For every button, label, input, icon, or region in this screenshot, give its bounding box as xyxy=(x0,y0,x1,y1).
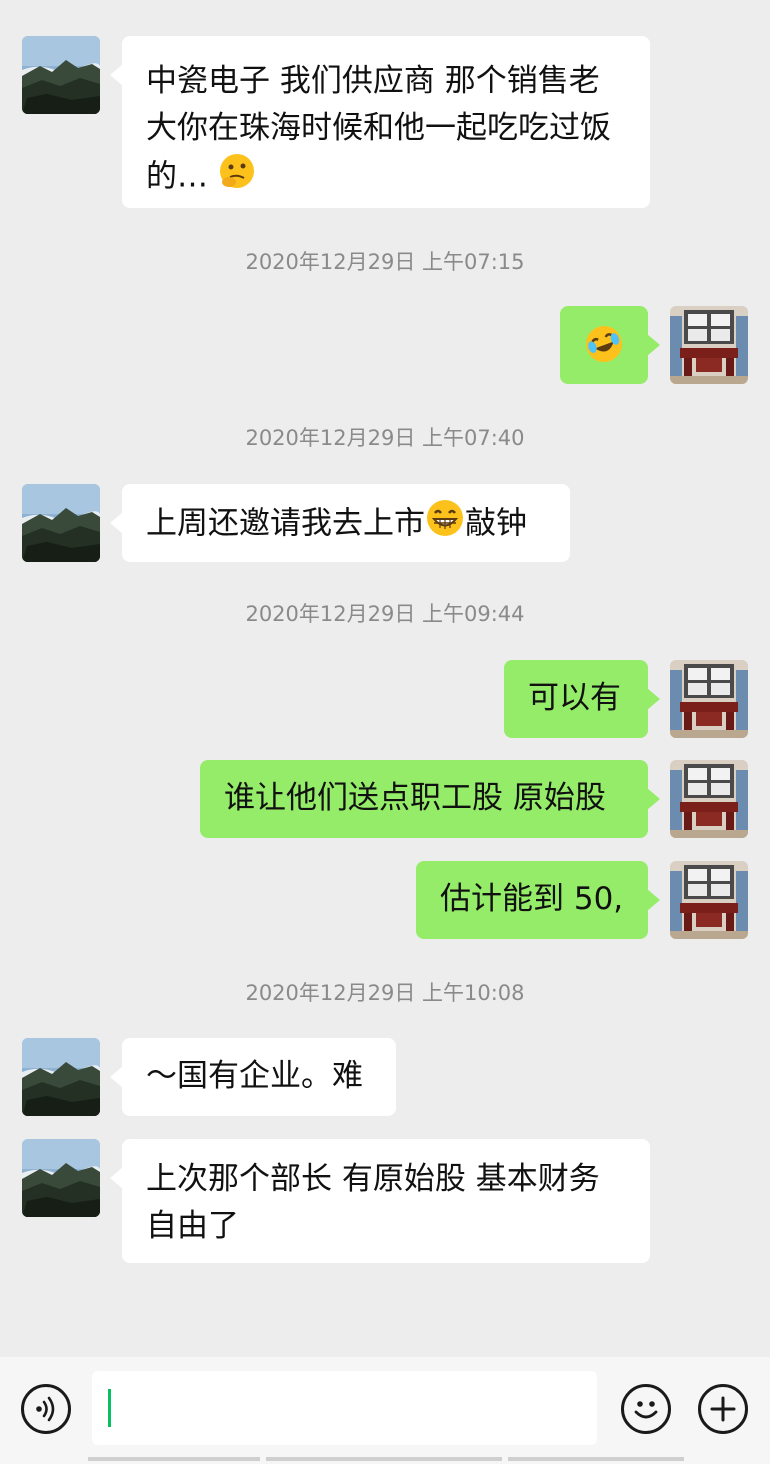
my-avatar[interactable] xyxy=(670,861,748,939)
message-bubble-outgoing[interactable] xyxy=(560,306,660,384)
home-indicator xyxy=(508,1457,684,1461)
contact-avatar[interactable] xyxy=(22,484,100,562)
message-text: 上周还邀请我去上市 xyxy=(146,505,425,542)
timestamp: 2020年12月29日 上午09:44 xyxy=(245,602,525,626)
timestamp: 2020年12月29日 上午07:15 xyxy=(245,250,525,274)
message-bubble-incoming[interactable]: 中瓷电子 我们供应商 那个销售老大你在珠海时候和他一起吃吃过饭的… xyxy=(110,36,650,208)
timestamp: 2020年12月29日 上午07:40 xyxy=(245,426,525,450)
my-avatar[interactable] xyxy=(670,660,748,738)
home-indicator xyxy=(266,1457,502,1461)
emoji-icon[interactable] xyxy=(621,1384,671,1434)
message-bubble-outgoing[interactable]: 可以有 xyxy=(504,660,660,738)
plus-icon[interactable] xyxy=(698,1384,748,1434)
message-text: 可以有 xyxy=(528,680,621,716)
contact-avatar[interactable] xyxy=(22,1038,100,1116)
message-text: 中瓷电子 我们供应商 那个销售老大你在珠海时候和他一起吃吃过饭的… xyxy=(146,63,611,195)
message-text: ～国有企业。难 xyxy=(146,1058,363,1094)
timestamp: 2020年12月29日 上午10:08 xyxy=(245,981,525,1005)
message-bubble-outgoing[interactable]: 估计能到 50, xyxy=(416,861,660,939)
message-text: 谁让他们送点职工股 原始股 xyxy=(224,780,606,816)
message-bubble-incoming[interactable]: ～国有企业。难 xyxy=(110,1038,396,1116)
grinning-emoji-icon xyxy=(425,498,465,552)
message-input[interactable] xyxy=(92,1371,597,1445)
text-caret xyxy=(108,1389,111,1427)
thinking-emoji-icon xyxy=(218,152,256,204)
message-text: 上次那个部长 有原始股 基本财务自由了 xyxy=(146,1161,600,1244)
message-text: 估计能到 50, xyxy=(440,881,624,917)
voice-icon[interactable] xyxy=(21,1384,71,1434)
message-bubble-incoming[interactable]: 上周还邀请我去上市 敲钟 xyxy=(110,484,570,562)
message-text: 敲钟 xyxy=(465,505,527,542)
contact-avatar[interactable] xyxy=(22,36,100,114)
my-avatar[interactable] xyxy=(670,306,748,384)
my-avatar[interactable] xyxy=(670,760,748,838)
home-indicator xyxy=(88,1457,260,1461)
laughing-crying-emoji-icon xyxy=(584,324,624,378)
message-bubble-outgoing[interactable]: 谁让他们送点职工股 原始股 xyxy=(200,760,660,838)
input-bar xyxy=(0,1357,770,1464)
message-bubble-incoming[interactable]: 上次那个部长 有原始股 基本财务自由了 xyxy=(110,1139,650,1263)
contact-avatar[interactable] xyxy=(22,1139,100,1217)
